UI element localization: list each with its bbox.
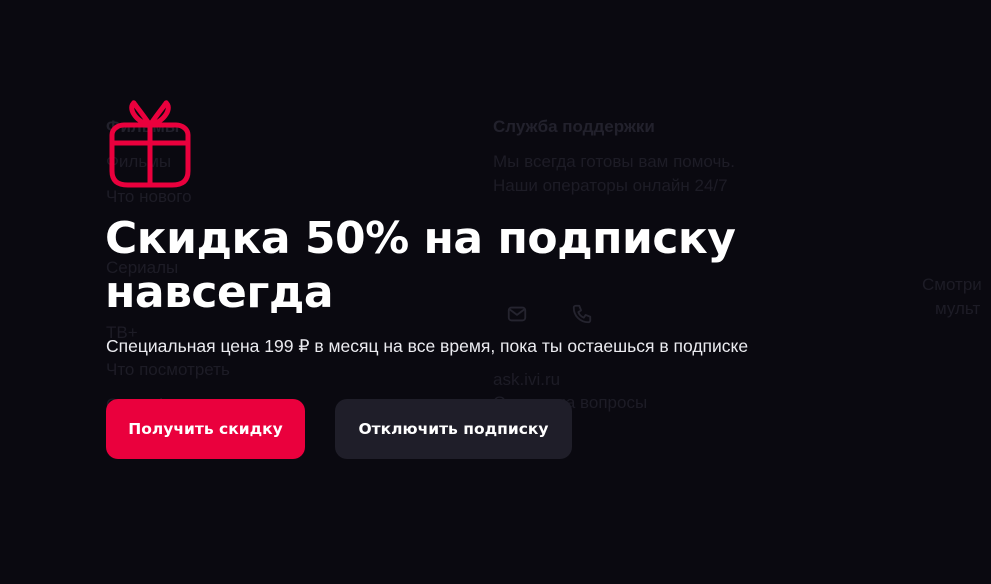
offer-description: Специальная цена 199 ₽ в месяц на все вр… — [106, 336, 749, 356]
gift-icon — [104, 97, 196, 189]
discount-offer-modal: Скидка 50% на подписку навсегда Специаль… — [0, 0, 991, 584]
cancel-subscription-button[interactable]: Отключить подписку — [335, 399, 572, 459]
offer-headline: Скидка 50% на подписку навсегда — [105, 213, 736, 318]
get-discount-button[interactable]: Получить скидку — [106, 399, 305, 459]
